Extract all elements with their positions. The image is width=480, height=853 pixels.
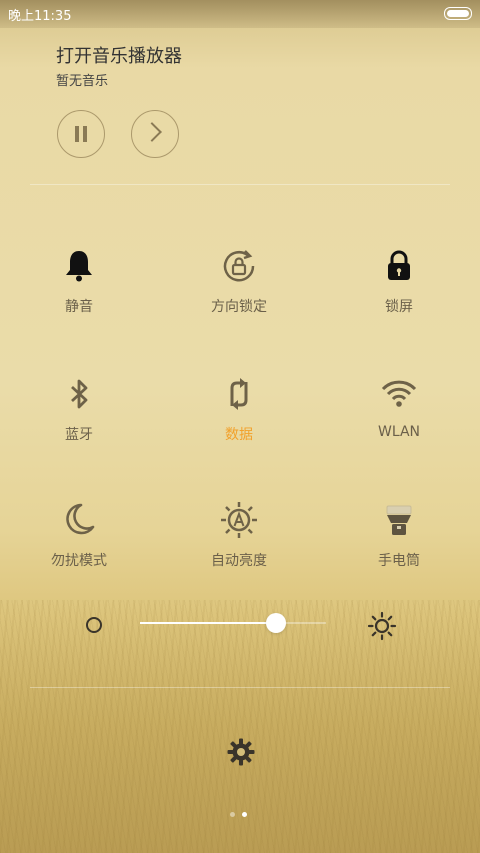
divider [30, 687, 450, 688]
divider [30, 184, 450, 185]
auto-brightness-icon [221, 502, 257, 538]
page-dot [230, 812, 235, 817]
brightness-slider-fill[interactable] [140, 622, 276, 624]
toggle-label: 静音 [65, 299, 93, 315]
toggle-rotation-lock[interactable]: 方向锁定 [184, 246, 294, 316]
rotation-lock-icon [223, 250, 255, 282]
toggle-label: WLAN [377, 424, 420, 440]
toggle-wlan[interactable]: WLAN [344, 374, 454, 440]
toggle-label: 方向锁定 [211, 299, 267, 315]
bluetooth-icon [71, 379, 88, 409]
toggle-mobile-data[interactable]: 数据 [184, 374, 294, 444]
brightness-low-icon [86, 617, 102, 633]
music-player-subtitle: 暂无音乐 [56, 74, 109, 89]
chevron-right-icon [142, 122, 162, 142]
wifi-icon [381, 380, 417, 407]
toggle-label: 自动亮度 [211, 553, 267, 569]
pause-icon [74, 126, 88, 142]
toggle-label: 数据 [225, 427, 253, 443]
pause-button[interactable] [57, 110, 105, 158]
page-dot-active [242, 812, 247, 817]
battery-icon [444, 7, 472, 20]
page-indicator [230, 812, 250, 818]
brightness-slider-thumb[interactable] [266, 613, 286, 633]
toggle-label: 蓝牙 [65, 427, 93, 443]
lock-icon [388, 250, 410, 280]
status-bar: 晚上11:35 [0, 0, 480, 28]
toggle-label: 锁屏 [385, 299, 413, 315]
status-time: 晚上11:35 [8, 9, 72, 24]
mobile-data-icon [230, 378, 248, 410]
music-player-title[interactable]: 打开音乐播放器 [56, 42, 182, 68]
toggle-lock-screen[interactable]: 锁屏 [344, 246, 454, 316]
toggle-do-not-disturb[interactable]: 勿扰模式 [24, 500, 134, 570]
toggle-flashlight[interactable]: 手电筒 [344, 500, 454, 570]
toggle-silent[interactable]: 静音 [24, 246, 134, 316]
toggle-label: 手电筒 [378, 553, 420, 569]
flashlight-icon [386, 505, 412, 535]
toggle-label: 勿扰模式 [51, 553, 107, 569]
bell-icon [66, 251, 92, 282]
toggle-auto-brightness[interactable]: 自动亮度 [184, 500, 294, 570]
toggle-bluetooth[interactable]: 蓝牙 [24, 374, 134, 444]
next-button[interactable] [131, 110, 179, 158]
moon-icon [66, 503, 95, 535]
settings-gear-icon[interactable] [226, 737, 256, 767]
brightness-high-icon [367, 611, 397, 641]
